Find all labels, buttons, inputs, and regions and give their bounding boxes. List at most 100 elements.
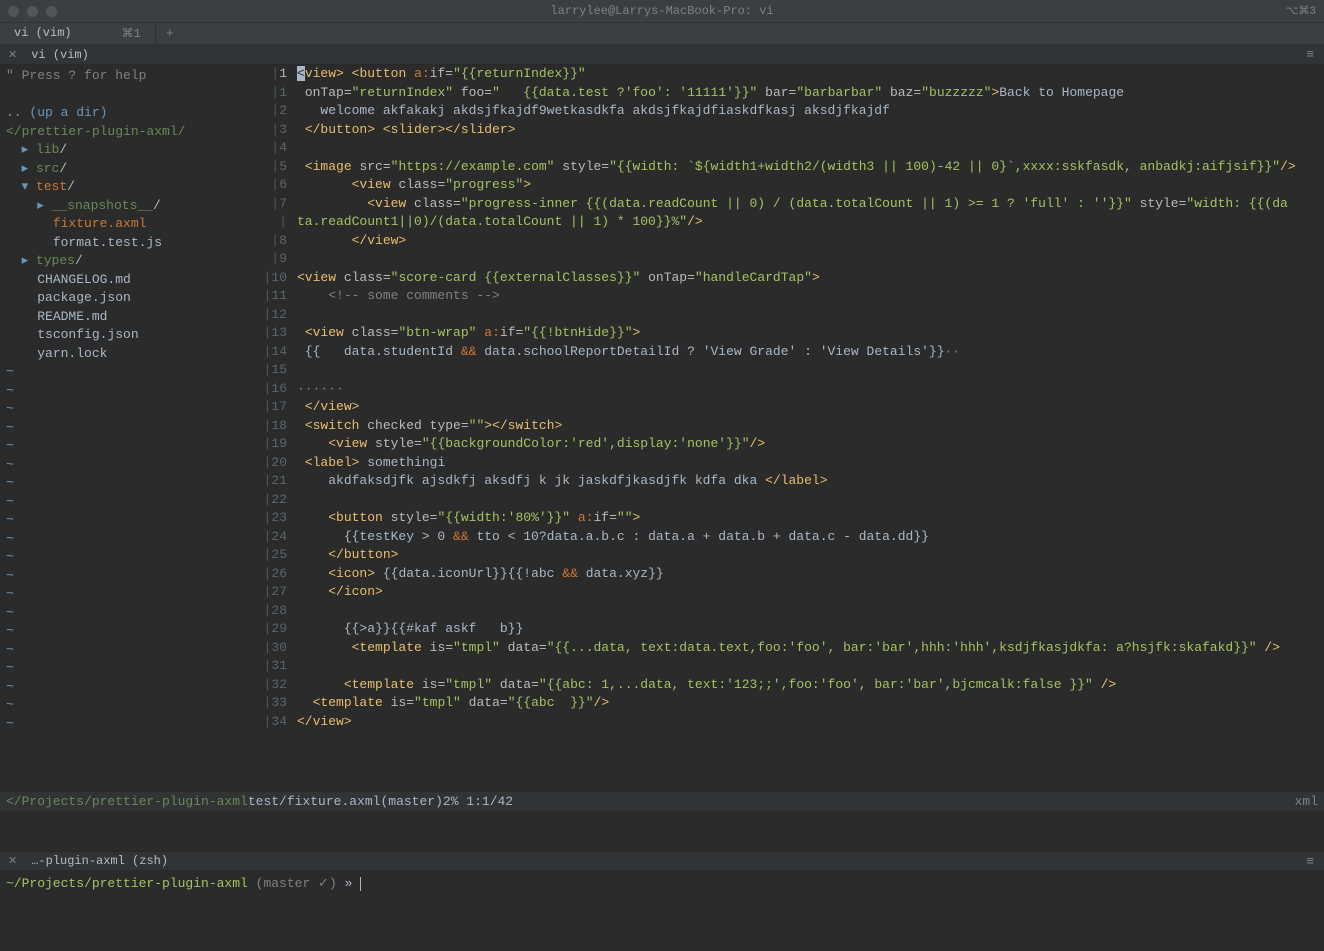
tilde-line: ~ (6, 696, 247, 715)
code-line[interactable]: <view> <button a:if="{{returnIndex}}" (297, 65, 1324, 84)
window-title: larrylee@Larrys-MacBook-Pro: vi (550, 4, 773, 18)
subtab-menu-icon[interactable]: ≡ (1296, 47, 1324, 62)
window-titlebar: larrylee@Larrys-MacBook-Pro: vi ⌥⌘3 (0, 0, 1324, 23)
code-line[interactable]: <view class="progress"> (297, 176, 1324, 195)
root-dir[interactable]: </prettier-plugin-axml/ (6, 123, 247, 142)
code-line[interactable]: </view> (297, 398, 1324, 417)
line-number: |19 (253, 435, 287, 454)
up-dir[interactable]: .. (up a dir) (6, 104, 247, 123)
code-line[interactable]: <view style="{{backgroundColor:'red',dis… (297, 435, 1324, 454)
code-line[interactable]: {{>a}}{{#kaf askf b}} (297, 620, 1324, 639)
tilde-line: ~ (6, 530, 247, 549)
tilde-line: ~ (6, 400, 247, 419)
code-line[interactable]: </icon> (297, 583, 1324, 602)
code-line[interactable]: </view> (297, 713, 1324, 732)
terminal-cursor (360, 877, 361, 891)
code-line[interactable] (297, 306, 1324, 325)
terminal-tab-menu-icon[interactable]: ≡ (1296, 854, 1324, 869)
code-line[interactable]: <label> somethingi (297, 454, 1324, 473)
file-tree[interactable]: " Press ? for help .. (up a dir) </prett… (0, 65, 253, 792)
terminal-tab-bar: ✕ …-plugin-axml (zsh) ≡ (0, 851, 1324, 871)
code-line[interactable]: {{ data.studentId && data.schoolReportDe… (297, 343, 1324, 362)
code-line[interactable]: ta.readCount1||0)/(data.totalCount || 1)… (297, 213, 1324, 232)
sub-tab-bar: ✕ vi (vim) ≡ (0, 45, 1324, 65)
code-line[interactable]: akdfaksdjfk ajsdkfj aksdfj k jk jaskdfjk… (297, 472, 1324, 491)
line-number: |32 (253, 676, 287, 695)
minimize-button[interactable] (27, 6, 38, 17)
close-button[interactable] (8, 6, 19, 17)
line-number: |4 (253, 139, 287, 158)
tree-item-lib[interactable]: ▸ lib/ (6, 141, 247, 160)
code-line[interactable]: <switch checked type=""></switch> (297, 417, 1324, 436)
code-line[interactable]: </button> (297, 546, 1324, 565)
window-controls (8, 6, 57, 17)
terminal-tab-label[interactable]: …-plugin-axml (zsh) (25, 854, 174, 868)
terminal-tab-close-icon[interactable]: ✕ (0, 854, 25, 868)
line-number: |14 (253, 343, 287, 362)
subtab-label[interactable]: vi (vim) (25, 48, 95, 62)
line-number: |23 (253, 509, 287, 528)
line-number: |28 (253, 602, 287, 621)
code-line[interactable] (297, 657, 1324, 676)
tab-shortcut: ⌘1 (122, 26, 141, 41)
tilde-line: ~ (6, 585, 247, 604)
code-line[interactable] (297, 602, 1324, 621)
line-number: |16 (253, 380, 287, 399)
line-number: |33 (253, 694, 287, 713)
code-line[interactable] (297, 139, 1324, 158)
tilde-line: ~ (6, 437, 247, 456)
status-branch: (master) (380, 792, 442, 811)
terminal[interactable]: ~/Projects/prettier-plugin-axml (master … (0, 871, 1324, 951)
tree-item-format.test.js[interactable]: format.test.js (6, 234, 247, 253)
tilde-line: ~ (6, 493, 247, 512)
code-line[interactable]: <!-- some comments --> (297, 287, 1324, 306)
status-bar: </Projects/prettier-plugin-axml test/fix… (0, 792, 1324, 811)
line-number: |20 (253, 454, 287, 473)
line-number: |12 (253, 306, 287, 325)
tab-add-button[interactable]: + (156, 26, 184, 41)
line-number: |26 (253, 565, 287, 584)
code-line[interactable]: <view class="btn-wrap" a:if="{{!btnHide}… (297, 324, 1324, 343)
tree-item-README.md[interactable]: README.md (6, 308, 247, 327)
tree-item-tsconfig.json[interactable]: tsconfig.json (6, 326, 247, 345)
tree-item-yarn.lock[interactable]: yarn.lock (6, 345, 247, 364)
tilde-line: ~ (6, 622, 247, 641)
editor[interactable]: |1 |1 |2 |3 |4 |5 |6 |7 | |8 |9 |10 |11 … (253, 65, 1324, 792)
line-number: |6 (253, 176, 287, 195)
code-line[interactable]: {{testKey > 0 && tto < 10?data.a.b.c : d… (297, 528, 1324, 547)
terminal-path: ~/Projects/prettier-plugin-axml (6, 876, 248, 891)
code-line[interactable]: <template is="tmpl" data="{{abc: 1,...da… (297, 676, 1324, 695)
code-line[interactable]: <template is="tmpl" data="{{abc }}"/> (297, 694, 1324, 713)
code-line[interactable]: <view class="score-card {{externalClasse… (297, 269, 1324, 288)
tree-item-fixture.axml[interactable]: fixture.axml (6, 215, 247, 234)
terminal-prompt-arrow: » (345, 876, 361, 891)
code-line[interactable]: </button> <slider></slider> (297, 121, 1324, 140)
status-position: 2% 1:1/42 (443, 792, 513, 811)
code-line[interactable]: ······ (297, 380, 1324, 399)
tab-vi[interactable]: vi (vim) ⌘1 (0, 23, 156, 44)
line-number: |34 (253, 713, 287, 732)
code-line[interactable]: <template is="tmpl" data="{{...data, tex… (297, 639, 1324, 658)
line-number: |5 (253, 158, 287, 177)
tree-item-types[interactable]: ▸ types/ (6, 252, 247, 271)
tree-item-CHANGELOG.md[interactable]: CHANGELOG.md (6, 271, 247, 290)
code-line[interactable]: <icon> {{data.iconUrl}}{{!abc && data.xy… (297, 565, 1324, 584)
code-line[interactable]: <image src="https://example.com" style="… (297, 158, 1324, 177)
tab-label: vi (vim) (14, 26, 72, 41)
code-content[interactable]: <view> <button a:if="{{returnIndex}}" on… (293, 65, 1324, 792)
tree-item-test[interactable]: ▾ test/ (6, 178, 247, 197)
code-line[interactable] (297, 250, 1324, 269)
tree-item-__snapshots__[interactable]: ▸ __snapshots__/ (6, 197, 247, 216)
subtab-close-icon[interactable]: ✕ (0, 48, 25, 62)
zoom-button[interactable] (46, 6, 57, 17)
code-line[interactable] (297, 361, 1324, 380)
code-line[interactable]: <button style="{{width:'80%'}}" a:if=""> (297, 509, 1324, 528)
code-line[interactable] (297, 491, 1324, 510)
code-line[interactable]: welcome akfakakj akdsjfkajdf9wetkasdkfa … (297, 102, 1324, 121)
tree-item-src[interactable]: ▸ src/ (6, 160, 247, 179)
code-line[interactable]: onTap="returnIndex" foo=" {{data.test ?'… (297, 84, 1324, 103)
code-line[interactable]: </view> (297, 232, 1324, 251)
line-number: |10 (253, 269, 287, 288)
code-line[interactable]: <view class="progress-inner {{(data.read… (297, 195, 1324, 214)
tree-item-package.json[interactable]: package.json (6, 289, 247, 308)
